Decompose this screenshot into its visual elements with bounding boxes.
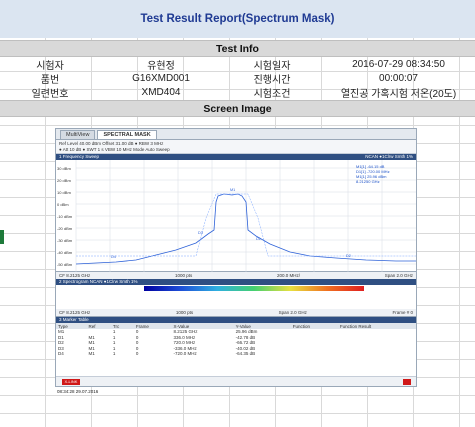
y-tick: 10 dBm: [57, 190, 71, 195]
y-tick: -40 dBm: [57, 250, 73, 255]
pane-title: 2 Spectrogram NCAN ●1Clrw Smth 1%: [59, 279, 138, 284]
status-led-icon: [403, 379, 411, 385]
y-tick: 0 dBm: [57, 202, 69, 207]
info-value: 유현정: [147, 60, 175, 72]
screenshot-timestamp: 08:34:28 29.07.2016: [57, 389, 99, 394]
y-tick: -50 dBm: [57, 262, 73, 267]
info-label: 품번: [40, 74, 60, 86]
x-axis-footer: CF 8.2125 GHz 1000 pts 200.0 MHz/ Span 2…: [56, 272, 416, 279]
marker-label-d3: D3: [198, 231, 203, 235]
y-tick: -20 dBm: [57, 226, 73, 231]
info-row-tester: 시험자 유현정 시험일자 2016-07-29 08:34:50: [0, 57, 475, 72]
spectrogram-colorbar: [144, 286, 364, 291]
info-row-part: 품번 G16XMD001 진행시간 00:00:07: [0, 71, 475, 86]
y-tick: -10 dBm: [57, 214, 73, 219]
info-label: 진행시간: [253, 74, 291, 86]
spectrogram-pane: 2 Spectrogram NCAN ●1Clrw Smth 1% CF 8.2…: [56, 279, 416, 317]
tab-multiview[interactable]: MultiView: [60, 130, 96, 139]
info-label: 시험조건: [253, 88, 291, 100]
y-tick: -30 dBm: [57, 238, 73, 243]
settings-line: ● Att 10 dB ● SWT 1 s VBW 10 MHz Mode Au…: [59, 147, 170, 152]
x-axis-points: 1000 pts: [174, 273, 193, 278]
info-label: 시험일자: [253, 60, 291, 72]
marker-readout: 8.21250 GHz: [356, 179, 380, 184]
analyzer-tab-bar: MultiView SPECTRAL MASK: [56, 129, 416, 140]
spectrum-trace-svg: 30 dBm 20 dBm 10 dBm 0 dBm -10 dBm -20 d…: [57, 160, 416, 272]
spectrogram-span: Span 2.0 GHz: [278, 310, 307, 315]
spectrum-plot: 30 dBm 20 dBm 10 dBm 0 dBm -10 dBm -20 d…: [56, 160, 416, 272]
info-value: XMD404: [141, 86, 181, 98]
marker-table: Type Ref Trc Frame X-Value Y-Value Funct…: [56, 323, 416, 357]
test-info-header: Test Info: [0, 40, 475, 57]
spectrogram-footer: CF 8.2125 GHz 1000 pts Span 2.0 GHz Fram…: [56, 309, 416, 316]
info-value: G16XMD001: [132, 72, 190, 84]
info-row-serial: 일련번호 XMD404 시험조건 열진공 가혹시험 저온(20도): [0, 85, 475, 100]
table-row: D4 M1 1 0 -720.0 MHz -64.35 dB: [58, 351, 256, 357]
tab-spectral-mask[interactable]: SPECTRAL MASK: [97, 130, 157, 139]
x-axis-division: 200.0 MHz/: [276, 273, 300, 278]
info-label: 시험자: [36, 60, 64, 72]
spectrum-analyzer-screenshot: MultiView SPECTRAL MASK Ref Level 40.00 …: [55, 128, 417, 387]
report-title-row: Test Result Report(Spectrum Mask): [0, 0, 475, 38]
spectrogram-points: 1000 pts: [175, 310, 194, 315]
spectrogram-frame: Frame # 0: [392, 310, 413, 315]
status-indicator: X-LINK: [62, 379, 80, 385]
y-tick: 30 dBm: [57, 166, 71, 171]
x-axis-span: Span 2.0 GHz: [384, 273, 413, 278]
spectrogram-header: 2 Spectrogram NCAN ●1Clrw Smth 1%: [56, 279, 416, 285]
info-value: 00:00:07: [379, 72, 418, 84]
info-value: 2016-07-29 08:34:50: [352, 58, 445, 70]
marker-label-d4: D4: [111, 255, 116, 259]
marker-label-d2: D2: [346, 254, 351, 258]
analyzer-status-bar: X-LINK: [56, 376, 416, 386]
x-axis-start: CF 8.2125 GHz: [59, 273, 91, 278]
info-label: 일련번호: [31, 88, 69, 100]
info-value: 열진공 가혹시험 저온(20도): [340, 88, 457, 100]
report-title: Test Result Report(Spectrum Mask): [140, 13, 335, 25]
analyzer-settings: Ref Level 40.00 dBm Offset 31.00 dB ● RB…: [56, 140, 416, 154]
screen-image-header: Screen Image: [0, 100, 475, 117]
spectrogram-cf: CF 8.2125 GHz: [59, 310, 91, 315]
y-tick: 20 dBm: [57, 178, 71, 183]
sheet-selection-marker: [0, 230, 4, 244]
marker-label-m1: M1: [230, 188, 235, 192]
marker-label-d1: D1: [256, 237, 261, 241]
